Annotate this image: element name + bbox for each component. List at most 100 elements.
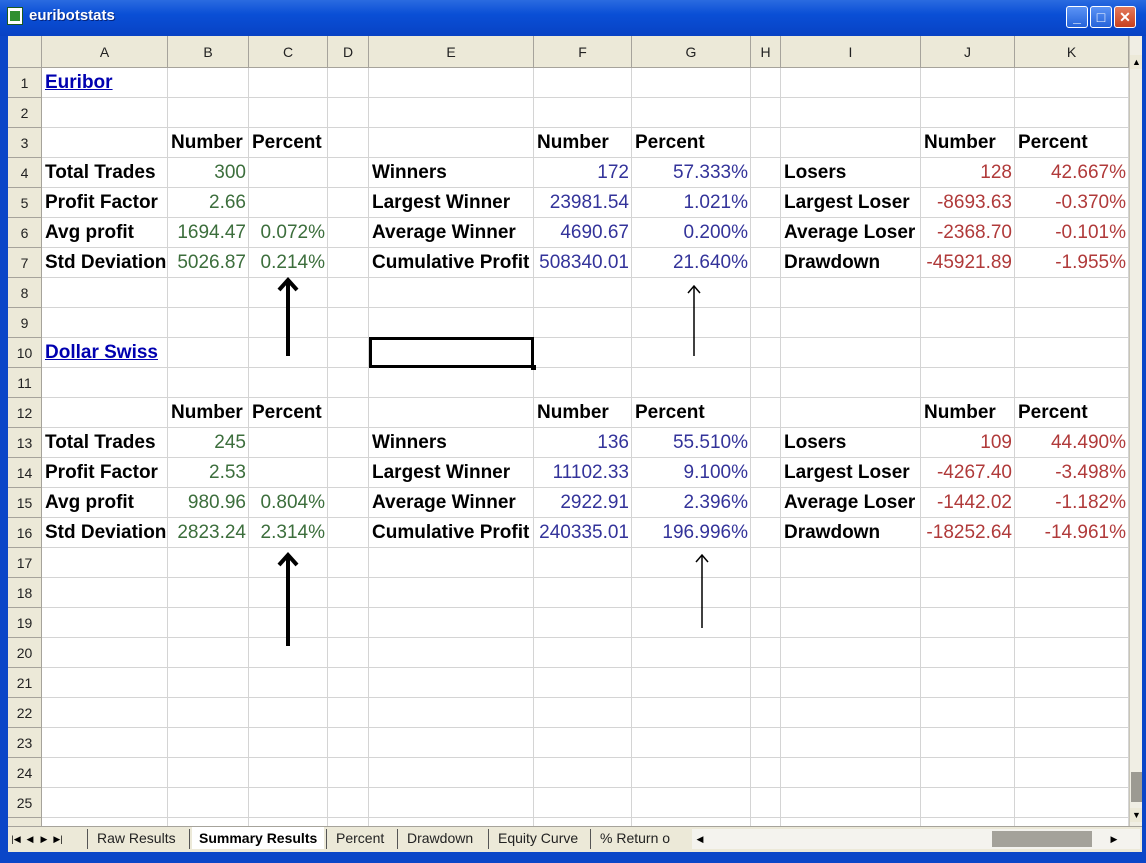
vertical-scroll-thumb[interactable] <box>1131 772 1142 802</box>
row-header-10[interactable]: 10 <box>8 338 42 368</box>
euribor-title-link[interactable]: Euribor <box>42 68 172 98</box>
row-header-24[interactable]: 24 <box>8 758 42 788</box>
horizontal-scroll-thumb[interactable] <box>992 831 1092 847</box>
row-header-26[interactable] <box>8 818 42 826</box>
column-header-g[interactable]: G <box>632 36 751 68</box>
up-arrow-icon <box>687 284 701 356</box>
euribor-losers-percent: -1.955% <box>1055 252 1126 273</box>
euribor-winners-number-header: Number <box>537 132 609 153</box>
sheet-tab[interactable]: Summary Results <box>192 827 325 849</box>
row-header-11[interactable]: 11 <box>8 368 42 398</box>
row-header-25[interactable]: 25 <box>8 788 42 818</box>
column-header-e[interactable]: E <box>369 36 534 68</box>
euribor-stats-number: 2.66 <box>209 192 246 213</box>
euribor-losers-label: Losers <box>784 162 847 183</box>
window-frame-bottom <box>0 852 1146 863</box>
row-header-5[interactable]: 5 <box>8 188 42 218</box>
column-header-a[interactable]: A <box>42 36 168 68</box>
dollar_swiss-winners-percent: 2.396% <box>683 492 748 513</box>
sheet-tab[interactable]: Drawdown <box>400 827 480 849</box>
scroll-down-icon[interactable]: ▼ <box>1130 808 1142 822</box>
dollar_swiss-winners-label: Cumulative Profit <box>372 522 530 543</box>
column-header-h[interactable]: H <box>751 36 781 68</box>
sheet-tab[interactable]: % Return o <box>593 827 677 849</box>
row-header-14[interactable]: 14 <box>8 458 42 488</box>
dollar_swiss-winners-label: Average Winner <box>372 492 516 513</box>
dollar_swiss-stats-percent: 0.804% <box>260 492 325 513</box>
euribor-winners-percent-header: Percent <box>635 132 705 153</box>
row-header-1[interactable]: 1 <box>8 68 42 98</box>
dollar_swiss-winners-percent: 55.510% <box>672 432 748 453</box>
dollar_swiss-losers-number: -4267.40 <box>936 462 1012 483</box>
euribor-winners-number: 508340.01 <box>539 252 629 273</box>
row-header-6[interactable]: 6 <box>8 218 42 248</box>
euribor-winners-label: Largest Winner <box>372 192 511 213</box>
excel-sheet-icon[interactable] <box>7 7 23 25</box>
tab-separator <box>590 829 591 849</box>
dollar_swiss-losers-number: -1442.02 <box>936 492 1012 513</box>
title-bar[interactable]: euribotstats _ □ ✕ <box>0 0 1146 36</box>
horizontal-scrollbar[interactable]: ◀ ▶ <box>692 829 1140 849</box>
column-header-d[interactable]: D <box>328 36 369 68</box>
dollar_swiss-stats-label: Std Deviation <box>45 522 167 543</box>
euribor-stats-label: Profit Factor <box>45 192 158 213</box>
sheet-tab[interactable]: Percent <box>329 827 391 849</box>
dollar_swiss-losers-label: Largest Loser <box>784 462 910 483</box>
euribor-stats-label: Avg profit <box>45 222 135 243</box>
row-header-3[interactable]: 3 <box>8 128 42 158</box>
gridline-row <box>42 787 1129 788</box>
column-header-k[interactable]: K <box>1015 36 1129 68</box>
tab-separator <box>397 829 398 849</box>
minimize-button[interactable]: _ <box>1066 6 1088 28</box>
row-header-17[interactable]: 17 <box>8 548 42 578</box>
row-header-7[interactable]: 7 <box>8 248 42 278</box>
scroll-up-icon[interactable]: ▲ <box>1130 55 1142 69</box>
column-header-i[interactable]: I <box>781 36 921 68</box>
scroll-right-icon[interactable]: ▶ <box>1108 831 1120 847</box>
sheet-tab[interactable]: Raw Results <box>90 827 183 849</box>
row-header-12[interactable]: 12 <box>8 398 42 428</box>
select-all-corner[interactable] <box>8 36 42 68</box>
row-header-21[interactable]: 21 <box>8 668 42 698</box>
row-header-8[interactable]: 8 <box>8 278 42 308</box>
euribor-stats-label: Total Trades <box>45 162 156 183</box>
euribor-losers-label: Largest Loser <box>784 192 910 213</box>
row-header-22[interactable]: 22 <box>8 698 42 728</box>
window-frame-left <box>0 36 8 852</box>
scroll-left-icon[interactable]: ◀ <box>694 831 706 847</box>
row-header-15[interactable]: 15 <box>8 488 42 518</box>
row-header-18[interactable]: 18 <box>8 578 42 608</box>
row-header-2[interactable]: 2 <box>8 98 42 128</box>
row-header-19[interactable]: 19 <box>8 608 42 638</box>
row-header-20[interactable]: 20 <box>8 638 42 668</box>
row-header-4[interactable]: 4 <box>8 158 42 188</box>
last-sheet-icon[interactable]: ▶| <box>52 832 64 847</box>
dollar_swiss-stats-label: Avg profit <box>45 492 135 513</box>
maximize-button[interactable]: □ <box>1090 6 1112 28</box>
tab-separator <box>488 829 489 849</box>
euribor-losers-percent-header: Percent <box>1018 132 1088 153</box>
sheet-tab[interactable]: Equity Curve <box>491 827 585 849</box>
row-header-16[interactable]: 16 <box>8 518 42 548</box>
euribor-losers-percent: 42.667% <box>1050 162 1126 183</box>
first-sheet-icon[interactable]: |◀ <box>10 832 22 847</box>
spreadsheet-grid[interactable]: A B C D E F G H I J K 1 2 3 4 5 6 7 8 9 10 11 12 13 14 15 16 17 18 19… <box>8 36 1142 826</box>
vertical-scrollbar[interactable]: ▲ ▼ <box>1129 36 1142 826</box>
prev-sheet-icon[interactable]: ◀ <box>24 832 36 847</box>
up-arrow-icon <box>277 552 299 646</box>
active-cell-e10[interactable] <box>369 337 536 370</box>
row-header-9[interactable]: 9 <box>8 308 42 338</box>
row-header-23[interactable]: 23 <box>8 728 42 758</box>
euribor-stats-percent-header: Percent <box>252 132 322 153</box>
close-button[interactable]: ✕ <box>1114 6 1136 28</box>
dollar_swiss-title-link[interactable]: Dollar Swiss <box>42 338 172 368</box>
column-header-j[interactable]: J <box>921 36 1015 68</box>
dollar_swiss-losers-percent: -1.182% <box>1055 492 1126 513</box>
euribor-winners-label: Cumulative Profit <box>372 252 530 273</box>
column-header-c[interactable]: C <box>249 36 328 68</box>
column-header-b[interactable]: B <box>168 36 249 68</box>
next-sheet-icon[interactable]: ▶ <box>38 832 50 847</box>
row-header-13[interactable]: 13 <box>8 428 42 458</box>
gridline-row <box>42 757 1129 758</box>
column-header-f[interactable]: F <box>534 36 632 68</box>
